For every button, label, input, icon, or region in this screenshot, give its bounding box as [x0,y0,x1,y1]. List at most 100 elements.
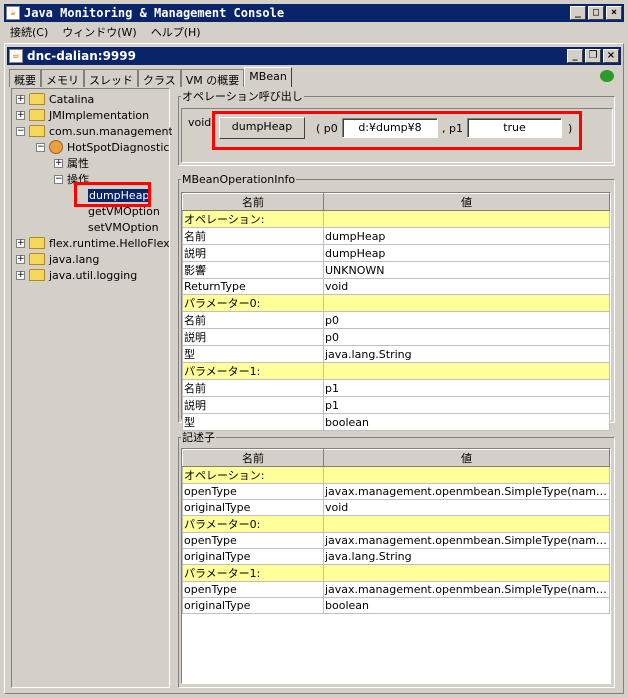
table-row[interactable]: originalType void [182,499,610,516]
folder-icon [29,253,45,265]
cell-value: java.lang.String [323,345,610,363]
table-row[interactable]: 影響 UNKNOWN [182,261,610,279]
tree-node[interactable]: + flex.runtime.HelloFlex [16,235,170,251]
cell-value: boolean [323,413,610,431]
cell-value [323,294,610,312]
cell-name: 影響 [182,261,324,279]
table-row[interactable]: オペレーション: [182,466,610,484]
column-header-name[interactable]: 名前 [182,193,324,211]
cell-name: パラメーター0: [182,294,324,312]
close-button[interactable]: × [606,6,622,20]
menu-help[interactable]: ヘルプ(H) [151,24,201,40]
table-row[interactable]: 説明 p1 [182,396,610,414]
table-row[interactable]: ReturnType void [182,278,610,295]
table-row[interactable]: パラメーター1: [182,362,610,380]
tab-classes[interactable]: クラス [138,69,181,87]
cell-value: javax.management.openmbean.SimpleType(na… [323,581,610,598]
tree-node[interactable]: + java.lang [16,251,99,267]
cell-value: UNKNOWN [323,261,610,279]
menu-window[interactable]: ウィンドウ(W) [62,24,136,40]
cell-value [323,466,610,484]
return-type: void [188,116,212,129]
column-header-name[interactable]: 名前 [182,449,324,467]
cell-name: 名前 [182,379,324,397]
window-titlebar: ☕ Java Monitoring & Management Console _… [4,4,624,22]
cell-name: originalType [182,597,324,614]
cell-name: パラメーター0: [182,515,324,533]
cell-name: 名前 [182,227,324,245]
cell-name: パラメーター1: [182,362,324,380]
cell-name: 型 [182,413,324,431]
cell-name: 説明 [182,244,324,262]
table-row[interactable]: openType javax.management.openmbean.Simpl… [182,532,610,549]
close-button[interactable]: × [603,49,619,63]
table-row[interactable]: openType javax.management.openmbean.Simpl… [182,581,610,598]
tree-node[interactable]: + java.util.logging [16,267,137,283]
panel-legend: 記述子 [182,431,215,444]
p0-input[interactable]: d:¥dump¥8 [342,118,438,138]
table-row[interactable]: 名前 p0 [182,311,610,329]
invoke-dumpheap-button[interactable]: dumpHeap [219,117,305,139]
tree-node[interactable]: setVMOption [88,219,159,235]
restore-button[interactable]: ❐ [585,49,601,63]
connection-status-icon [600,70,614,82]
table-row[interactable]: パラメーター0: [182,294,610,312]
tab-memory[interactable]: メモリ [41,69,84,87]
table-row[interactable]: パラメーター1: [182,564,610,582]
tree-node[interactable]: + Catalina [16,91,94,107]
minimize-button[interactable]: _ [570,6,586,20]
operation-info-table: 名前値 オペレーション: 名前 dumpHeap 説明 dumpHeap 影響 UNKNOW… [182,193,610,431]
column-header-value[interactable]: 値 [323,449,610,467]
tab-bar: 概要 メモリ スレッド クラス VM の概要 MBean [9,67,292,87]
maximize-button[interactable]: □ [588,6,604,20]
tab-overview[interactable]: 概要 [9,69,41,87]
cell-value [323,210,610,228]
cell-name: パラメーター1: [182,564,324,582]
tab-vm-summary[interactable]: VM の概要 [180,69,245,87]
table-row[interactable]: 説明 dumpHeap [182,244,610,262]
folder-icon [29,237,45,249]
cell-name: originalType [182,548,324,565]
cell-value: p0 [323,311,610,329]
cell-value: java.lang.String [323,548,610,565]
java-icon: ☕ [6,6,20,20]
table-row[interactable]: オペレーション: [182,210,610,228]
cell-value [323,564,610,582]
connection-title: dnc-dalian:9999 [27,49,136,63]
cell-name: openType [182,483,324,500]
table-row[interactable]: originalType java.lang.String [182,548,610,565]
tree-node[interactable]: + JMImplementation [16,107,149,123]
column-header-value[interactable]: 値 [323,193,610,211]
panel-legend: MBeanOperationInfo [182,173,296,186]
cell-name: オペレーション: [182,466,324,484]
cell-name: ReturnType [182,278,324,295]
table-row[interactable]: openType javax.management.openmbean.Simpl… [182,483,610,500]
table-row[interactable]: 説明 p0 [182,328,610,346]
menubar: 接続(C) ウィンドウ(W) ヘルプ(H) [4,23,201,41]
cell-value [323,362,610,380]
minimize-button[interactable]: _ [567,49,583,63]
tree-node[interactable]: − com.sun.management [16,123,173,139]
p1-input[interactable]: true [467,118,562,138]
cell-value: boolean [323,597,610,614]
tab-mbean[interactable]: MBean [244,67,292,87]
folder-icon [29,125,45,137]
tree-node[interactable]: getVMOption [88,203,160,219]
table-row[interactable]: 名前 p1 [182,379,610,397]
cell-name: 説明 [182,396,324,414]
table-row[interactable]: 名前 dumpHeap [182,227,610,245]
menu-connection[interactable]: 接続(C) [10,24,48,40]
table-row[interactable]: 型 boolean [182,413,610,431]
table-row[interactable]: パラメーター0: [182,515,610,533]
split-divider[interactable] [172,88,176,688]
descriptor-table: 名前値 オペレーション: openType javax.management.ope… [182,449,610,614]
tree-node[interactable]: + 属性 [54,155,89,171]
table-row[interactable]: originalType boolean [182,597,610,614]
mbean-icon [49,140,63,154]
table-row[interactable]: 型 java.lang.String [182,345,610,363]
cell-name: originalType [182,499,324,516]
cell-name: openType [182,581,324,598]
tree-node[interactable]: − HotSpotDiagnostic [36,139,169,155]
tab-threads[interactable]: スレッド [84,69,138,87]
cell-value: p0 [323,328,610,346]
